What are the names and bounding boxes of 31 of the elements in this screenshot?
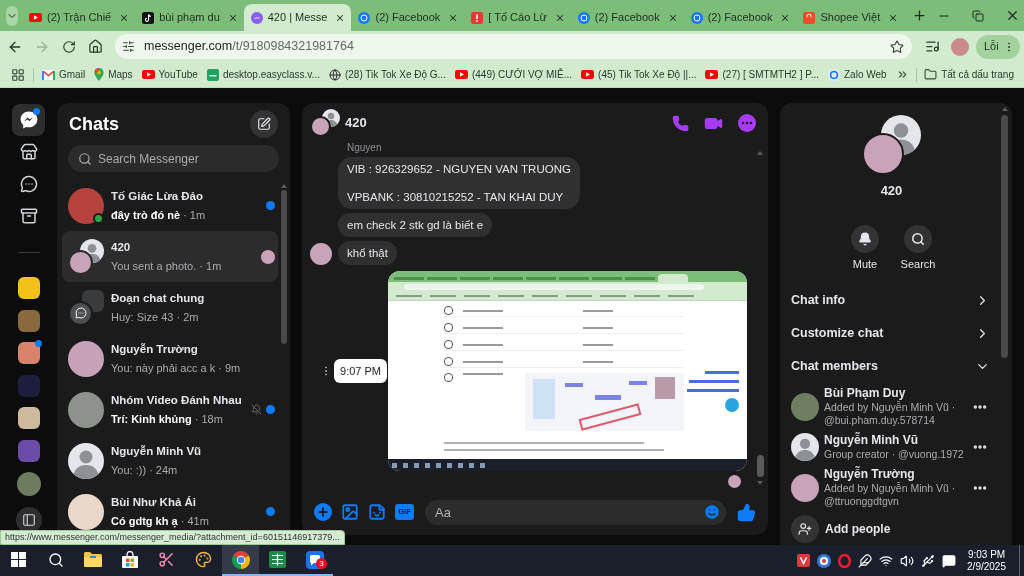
- message-preview: đây trò đó nè · 1m: [111, 207, 207, 223]
- time-tooltip: 9:07 PM: [334, 359, 387, 383]
- chat-name: Nguyễn Trường: [111, 341, 199, 357]
- member-detail: Group creator · @vuong.1972: [824, 448, 965, 461]
- message-text: Nguyen: [347, 143, 382, 153]
- chat-name: Tố Giác Lừa Đảo: [111, 188, 205, 204]
- message-text: VPBANK : 30810215252 - TAN KHAI DUY: [347, 190, 565, 204]
- member-name: Nguyễn Trường: [824, 467, 916, 482]
- message-text: VIB : 926329652 - NGUYEN VAN TRUONG: [347, 162, 571, 176]
- message-preview: Huy: Size 43 · 2m: [111, 309, 200, 325]
- panel-title: Chats: [69, 112, 119, 136]
- message-preview: Trí: Kinh khủng · 18m: [111, 411, 224, 427]
- chat-name: Bùi Như Khả Ái: [111, 494, 197, 510]
- message-preview: Có gdtg kh ạ · 41m: [111, 513, 210, 530]
- member-detail: Added by Nguyễn Minh Vũ · @ttruonggdtgvn: [824, 482, 957, 508]
- message-preview: You: :)) · 24m: [111, 462, 179, 478]
- member-name: Nguyễn Minh Vũ: [824, 433, 919, 448]
- group-name: 420: [880, 182, 903, 200]
- conversation-title: 420: [345, 114, 367, 133]
- link-status-tooltip: https://www.messenger.com/messenger_media/?attachment_id=60151146917379...: [0, 530, 345, 545]
- message-preview: You: này phải acc a k · 9m: [111, 360, 242, 376]
- message-preview: You sent a photo. · 1m: [111, 258, 223, 274]
- notification-badge: 3: [316, 558, 327, 569]
- message-text: khổ thật: [347, 246, 388, 260]
- chat-name: Đoạn chat chung: [111, 290, 206, 307]
- chat-name: 420: [111, 239, 132, 255]
- chat-name: Nhóm Video Đánh Nhau: [111, 392, 243, 408]
- chat-name: Nguyễn Minh Vũ: [111, 443, 203, 459]
- member-name: Bùi Phạm Duy: [824, 386, 907, 401]
- member-detail: Added by Nguyễn Minh Vũ · @bui.pham.duy.578714: [824, 401, 957, 427]
- message-text: em check 2 stk gd là biết e: [347, 218, 484, 232]
